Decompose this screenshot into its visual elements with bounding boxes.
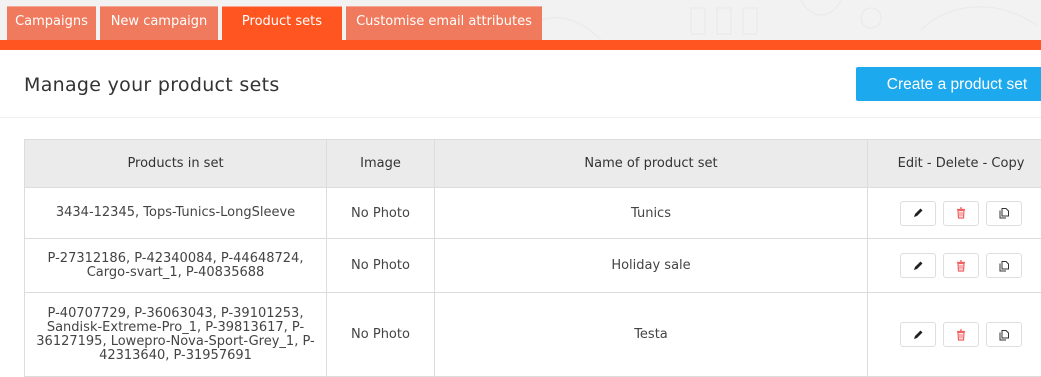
name-cell: Holiday sale — [435, 239, 868, 293]
table-row: P-40707729, P-36063043, P-39101253, Sand… — [25, 293, 1041, 377]
copy-icon — [998, 260, 1010, 272]
actions-cell — [868, 188, 1041, 239]
image-cell: No Photo — [327, 188, 435, 239]
delete-button[interactable] — [943, 201, 979, 226]
products-cell: 3434-12345, Tops-Tunics-LongSleeve — [25, 188, 327, 239]
actions-cell — [868, 239, 1041, 293]
pencil-icon — [912, 260, 924, 272]
pencil-icon — [912, 329, 924, 341]
trash-icon — [955, 329, 967, 341]
tab-accent-bar — [0, 40, 1041, 50]
table-row: 3434-12345, Tops-Tunics-LongSleeve No Ph… — [25, 188, 1041, 239]
decorative-background-pattern — [481, 0, 1041, 40]
product-set-name-link[interactable]: Testa — [634, 327, 668, 342]
edit-button[interactable] — [900, 322, 936, 347]
products-cell: P-40707729, P-36063043, P-39101253, Sand… — [25, 293, 327, 377]
product-set-name-link[interactable]: Tunics — [631, 206, 671, 221]
trash-icon — [955, 260, 967, 272]
delete-button[interactable] — [943, 253, 979, 278]
edit-button[interactable] — [900, 253, 936, 278]
column-header-products: Products in set — [25, 140, 327, 188]
copy-button[interactable] — [986, 253, 1022, 278]
products-cell: P-27312186, P-42340084, P-44648724, Carg… — [25, 239, 327, 293]
copy-button[interactable] — [986, 322, 1022, 347]
tab-product-sets[interactable]: Product sets — [222, 6, 342, 42]
name-cell: Testa — [435, 293, 868, 377]
tab-new-campaign[interactable]: New campaign — [100, 6, 218, 40]
column-header-image: Image — [327, 140, 435, 188]
copy-icon — [998, 329, 1010, 341]
image-cell: No Photo — [327, 293, 435, 377]
tab-customise-email-attributes[interactable]: Customise email attributes — [346, 6, 542, 40]
product-sets-table: Products in set Image Name of product se… — [24, 139, 1041, 377]
header-divider — [0, 117, 1041, 118]
name-cell: Tunics — [435, 188, 868, 239]
table-row: P-27312186, P-42340084, P-44648724, Carg… — [25, 239, 1041, 293]
table-header-row: Products in set Image Name of product se… — [25, 140, 1041, 188]
create-product-set-button[interactable]: Create a product set — [856, 67, 1041, 101]
column-header-name: Name of product set — [435, 140, 868, 188]
delete-button[interactable] — [943, 322, 979, 347]
pencil-icon — [912, 207, 924, 219]
image-cell: No Photo — [327, 239, 435, 293]
copy-icon — [998, 207, 1010, 219]
page-title: Manage your product sets — [24, 74, 280, 96]
edit-button[interactable] — [900, 201, 936, 226]
actions-cell — [868, 293, 1041, 377]
trash-icon — [955, 207, 967, 219]
product-set-name-link[interactable]: Holiday sale — [611, 258, 690, 273]
tab-campaigns[interactable]: Campaigns — [7, 6, 96, 40]
copy-button[interactable] — [986, 201, 1022, 226]
column-header-actions: Edit - Delete - Copy — [868, 140, 1041, 188]
